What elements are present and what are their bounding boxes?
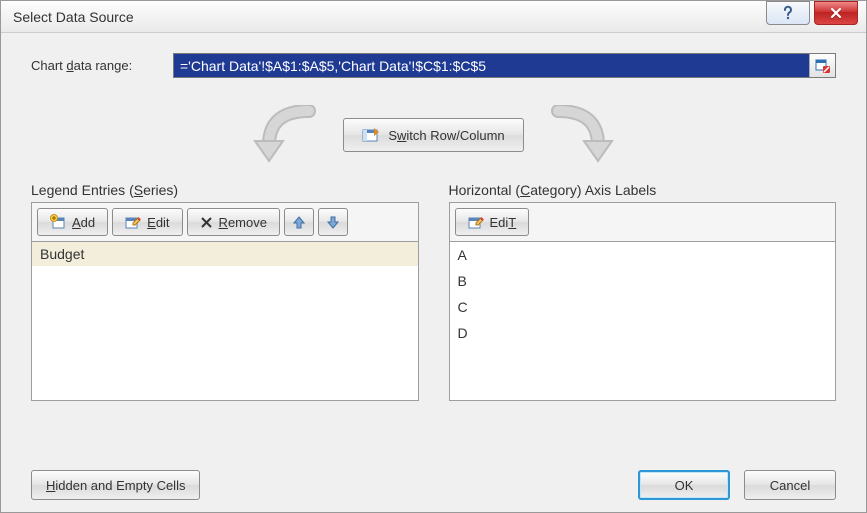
move-down-button[interactable]: [318, 208, 348, 236]
chart-data-range-input[interactable]: [174, 54, 809, 77]
move-up-button[interactable]: [284, 208, 314, 236]
edit-icon: [468, 214, 484, 230]
series-listbox[interactable]: Budget: [31, 241, 419, 401]
hidden-empty-cells-button[interactable]: Hidden and Empty Cells: [31, 470, 200, 500]
list-item[interactable]: Budget: [32, 242, 418, 266]
remove-icon: [200, 216, 213, 229]
range-picker-icon: [815, 58, 831, 74]
list-item[interactable]: B: [450, 268, 836, 294]
category-toolbar: EdiT: [449, 202, 837, 241]
chart-data-range-label: Chart data range:: [31, 58, 161, 73]
series-toolbar: Add Edit: [31, 202, 419, 241]
category-listbox[interactable]: A B C D: [449, 241, 837, 401]
list-item[interactable]: D: [450, 320, 836, 346]
edit-icon: [125, 214, 141, 230]
ok-button[interactable]: OK: [638, 470, 730, 500]
select-data-source-dialog: Select Data Source Chart data range:: [0, 0, 867, 513]
close-icon: [829, 6, 843, 20]
add-icon: [50, 214, 66, 230]
list-item[interactable]: A: [450, 242, 836, 268]
titlebar: Select Data Source: [1, 1, 866, 33]
arrow-left-down-icon: [239, 105, 329, 165]
close-button[interactable]: [814, 1, 858, 25]
list-item[interactable]: C: [450, 294, 836, 320]
edit-category-button[interactable]: EdiT: [455, 208, 530, 236]
cancel-button[interactable]: Cancel: [744, 470, 836, 500]
category-axis-header: Horizontal (Category) Axis Labels: [449, 182, 837, 198]
arrow-right-down-icon: [538, 105, 628, 165]
dialog-title: Select Data Source: [9, 9, 766, 25]
help-icon: [780, 5, 796, 21]
add-series-button[interactable]: Add: [37, 208, 108, 236]
legend-entries-header: Legend Entries (Series): [31, 182, 419, 198]
edit-series-button[interactable]: Edit: [112, 208, 182, 236]
switch-icon: [362, 127, 380, 143]
switch-row-column-button[interactable]: Switch Row/Column: [343, 118, 523, 152]
help-button[interactable]: [766, 1, 810, 25]
range-picker-button[interactable]: [809, 54, 835, 77]
arrow-down-icon: [327, 215, 339, 229]
remove-series-button[interactable]: Remove: [187, 208, 280, 236]
arrow-up-icon: [293, 215, 305, 229]
